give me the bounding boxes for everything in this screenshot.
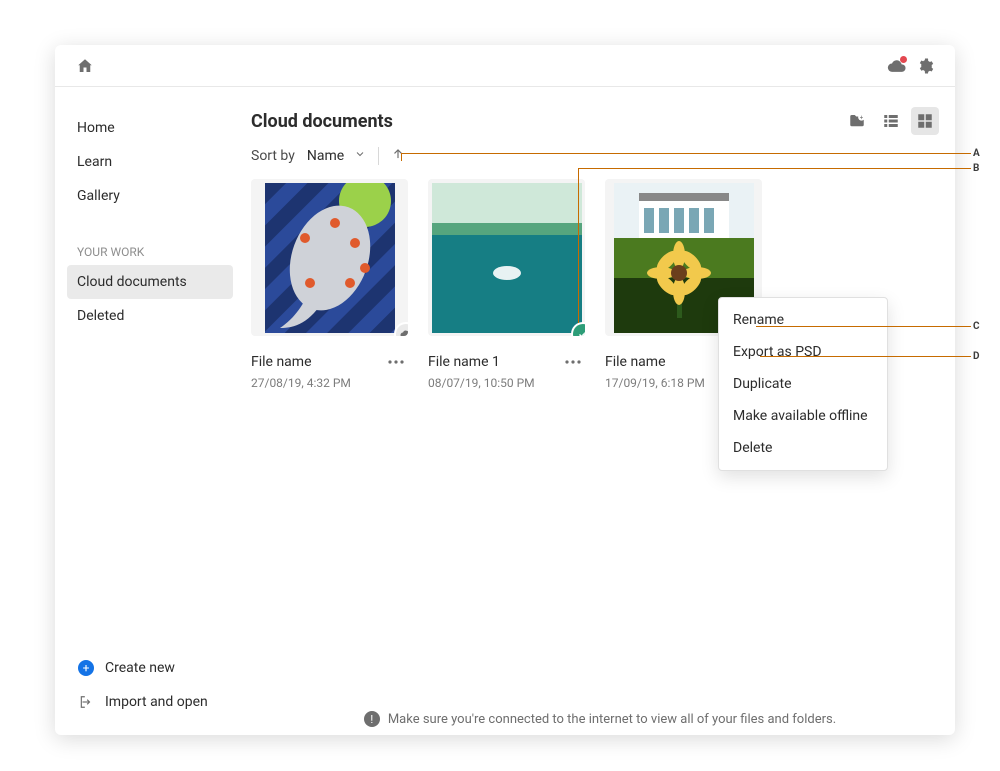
sort-by-label: Sort by: [251, 148, 295, 164]
body: Home Learn Gallery YOUR WORK Cloud docum…: [55, 87, 955, 735]
chevron-down-icon: [354, 148, 366, 164]
list-view-icon[interactable]: [877, 107, 905, 135]
more-options-icon[interactable]: [561, 350, 585, 374]
app-window: Home Learn Gallery YOUR WORK Cloud docum…: [55, 45, 955, 735]
callout-line-a: [401, 153, 971, 154]
callout-tick-b: [578, 168, 579, 323]
settings-gear-icon[interactable]: [911, 52, 939, 80]
context-menu: Rename Export as PSD Duplicate Make avai…: [718, 297, 888, 471]
sidebar-bottom: + Create new Import and open: [67, 631, 233, 719]
file-name: File name: [251, 354, 312, 370]
import-icon: [77, 695, 95, 709]
sidebar: Home Learn Gallery YOUR WORK Cloud docum…: [55, 87, 245, 735]
callout-label-c: C: [973, 321, 980, 332]
svg-text:+: +: [860, 115, 864, 122]
main-header: Cloud documents +: [251, 107, 939, 135]
footer-message: Make sure you're connected to the intern…: [388, 712, 836, 727]
plus-circle-icon: +: [77, 660, 95, 676]
sidebar-item-learn[interactable]: Learn: [67, 145, 233, 179]
home-icon[interactable]: [71, 52, 99, 80]
callout-label-a: A: [973, 148, 980, 159]
cloud-status-icon: [396, 324, 408, 336]
cloud-sync-status-icon[interactable]: [883, 52, 911, 80]
topbar: [55, 45, 955, 87]
callout-label-d: D: [973, 351, 980, 362]
menu-item-rename[interactable]: Rename: [719, 304, 887, 336]
view-toggle: +: [843, 107, 939, 135]
file-thumbnail: [428, 179, 585, 336]
callout-line-d: [760, 356, 971, 357]
sidebar-item-cloud-documents[interactable]: Cloud documents: [67, 265, 233, 299]
sidebar-item-home[interactable]: Home: [67, 111, 233, 145]
sort-select[interactable]: Name: [307, 148, 366, 164]
menu-item-duplicate[interactable]: Duplicate: [719, 368, 887, 400]
sort-row: Sort by Name: [251, 147, 939, 165]
callout-tick-a: [401, 153, 402, 161]
import-open-label: Import and open: [105, 694, 208, 710]
file-timestamp: 27/08/19, 4:32 PM: [251, 376, 408, 390]
create-new-button[interactable]: + Create new: [67, 651, 233, 685]
menu-item-export-psd[interactable]: Export as PSD: [719, 336, 887, 368]
create-new-label: Create new: [105, 660, 175, 676]
sort-value: Name: [307, 148, 344, 164]
file-timestamp: 08/07/19, 10:50 PM: [428, 376, 585, 390]
sidebar-item-deleted[interactable]: Deleted: [67, 299, 233, 333]
sidebar-item-gallery[interactable]: Gallery: [67, 179, 233, 213]
main: Cloud documents + Sort by N: [245, 87, 955, 735]
grid-view-icon[interactable]: [911, 107, 939, 135]
divider: [378, 147, 379, 165]
footer: ! Make sure you're connected to the inte…: [245, 711, 955, 727]
import-open-button[interactable]: Import and open: [67, 685, 233, 719]
menu-item-delete[interactable]: Delete: [719, 432, 887, 464]
file-thumbnail: [251, 179, 408, 336]
file-card[interactable]: File name 1 08/07/19, 10:50 PM: [428, 179, 585, 390]
callout-line-b: [578, 168, 971, 169]
file-name: File name: [605, 354, 666, 370]
file-card[interactable]: File name 27/08/19, 4:32 PM: [251, 179, 408, 390]
info-icon: !: [364, 711, 380, 727]
menu-item-offline[interactable]: Make available offline: [719, 400, 887, 432]
page-title: Cloud documents: [251, 111, 393, 132]
sort-direction-icon[interactable]: [391, 147, 405, 165]
file-name: File name 1: [428, 354, 500, 370]
callout-line-c: [756, 326, 971, 327]
new-folder-icon[interactable]: +: [843, 107, 871, 135]
sidebar-section-your-work: YOUR WORK: [67, 239, 233, 265]
callout-label-b: B: [973, 163, 979, 174]
more-options-icon[interactable]: [384, 350, 408, 374]
